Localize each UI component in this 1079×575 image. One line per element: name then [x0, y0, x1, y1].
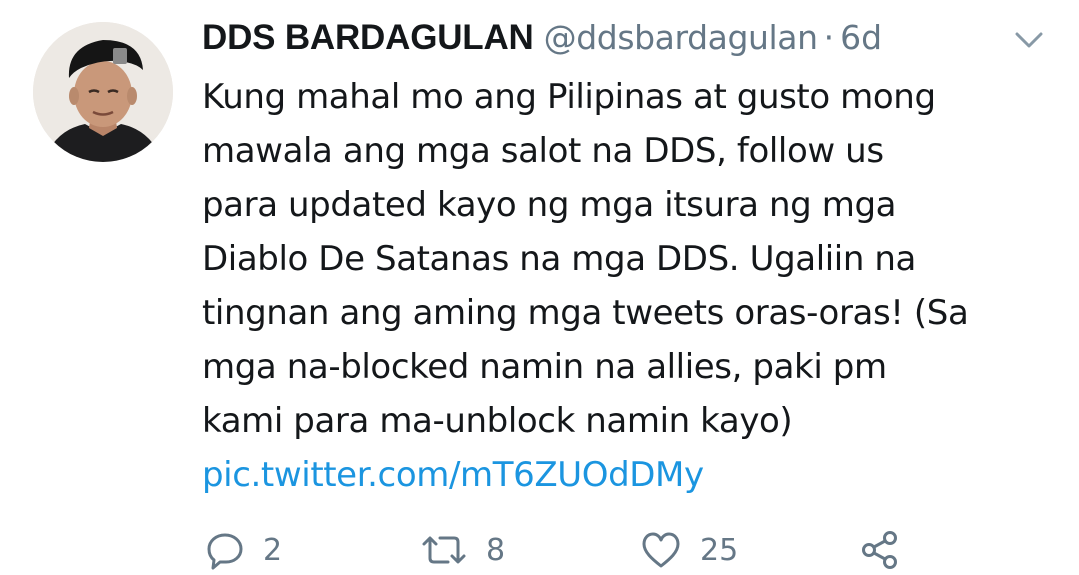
- tweet-text-line: mawala ang mga salot na DDS, follow us: [202, 131, 884, 171]
- retweet-button[interactable]: 8: [420, 525, 505, 575]
- reply-button[interactable]: 2: [205, 525, 282, 575]
- tweet-text-line: kami para ma-unblock namin kayo): [202, 401, 793, 441]
- share-button[interactable]: [860, 525, 902, 575]
- tweet-text-line: mga na-blocked namin na allies, paki pm: [202, 347, 887, 387]
- reply-count: 2: [263, 532, 283, 568]
- tweet-text-line: Diablo De Satanas na mga DDS. Ugaliin na: [202, 239, 916, 279]
- share-icon: [860, 529, 902, 571]
- chevron-down-icon[interactable]: [1011, 28, 1047, 52]
- action-bar: 2 8 25: [0, 525, 1079, 575]
- avatar-image: [33, 22, 173, 162]
- separator-dot: ·: [823, 18, 835, 57]
- tweet-text-line: tingnan ang aming mga tweets oras-oras! …: [202, 293, 969, 333]
- retweet-icon: [420, 530, 468, 570]
- like-button[interactable]: 25: [640, 525, 738, 575]
- pic-link[interactable]: pic.twitter.com/mT6ZUOdDMy: [202, 448, 1062, 502]
- retweet-count: 8: [486, 532, 506, 568]
- avatar[interactable]: [33, 22, 173, 162]
- timestamp[interactable]: 6d: [840, 18, 882, 57]
- like-count: 25: [700, 532, 739, 568]
- tweet-text-line: Kung mahal mo ang Pilipinas at gusto mon…: [202, 77, 936, 117]
- tweet-text: Kung mahal mo ang Pilipinas at gusto mon…: [202, 70, 1062, 502]
- tweet-text-line: para updated kayo ng mga itsura ng mga: [202, 185, 897, 225]
- tweet-header: DDS BARDAGULAN @ddsbardagulan · 6d: [202, 18, 1052, 68]
- reply-icon: [205, 530, 245, 570]
- display-name[interactable]: DDS BARDAGULAN: [202, 18, 534, 57]
- tweet[interactable]: DDS BARDAGULAN @ddsbardagulan · 6d Kung mah…: [0, 0, 1079, 575]
- heart-icon: [640, 530, 682, 570]
- user-handle[interactable]: @ddsbardagulan: [544, 18, 818, 57]
